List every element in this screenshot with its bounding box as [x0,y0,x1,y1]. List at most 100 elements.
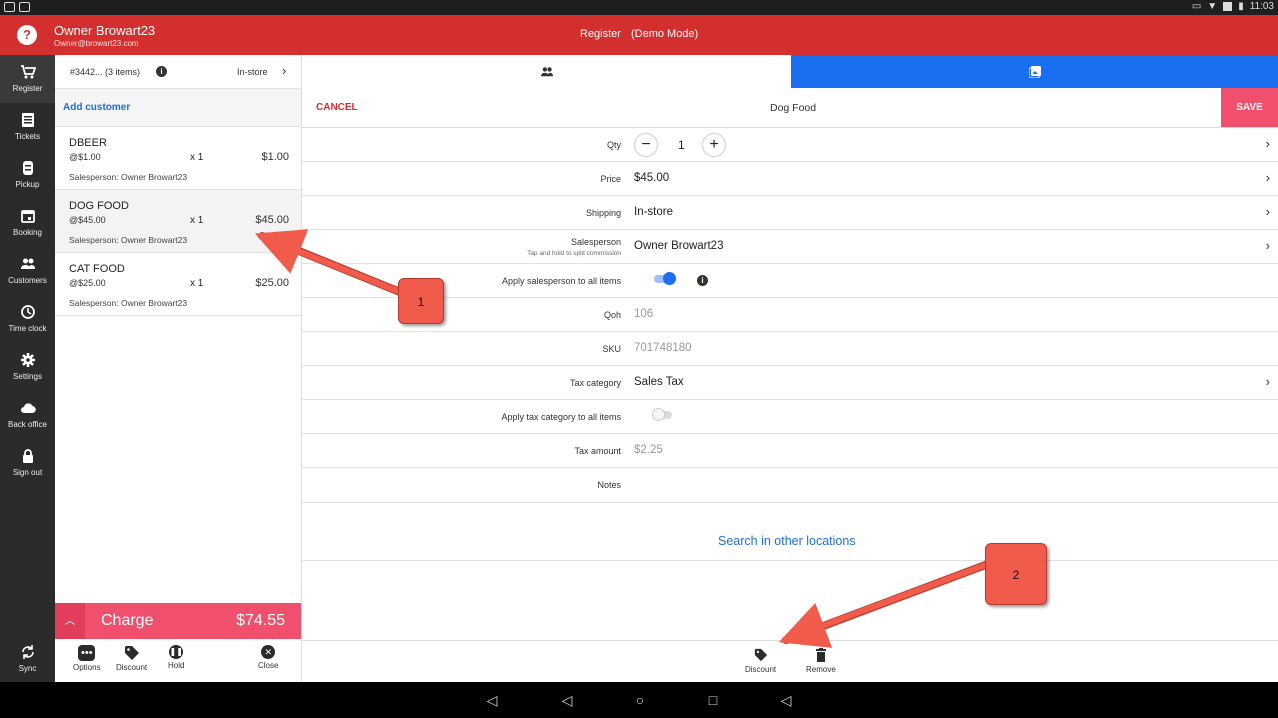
rail-item-sign-out[interactable]: Sign out [0,439,55,487]
tax-amount-row: Tax amount $2.25 [302,434,1278,468]
rail-label: Tickets [14,132,41,141]
order-summary-bar[interactable]: #3442... (3 items) i In-store › [55,55,301,89]
discount-label: Discount [116,663,148,672]
shipping-label: Shipping [585,208,621,218]
price-row[interactable]: Price $45.00 › [302,162,1278,196]
tax-amount-label: Tax amount [574,446,621,456]
options-button[interactable]: ••• Options [73,645,101,672]
charge-button[interactable]: ︿ Charge $74.55 [55,603,301,639]
rail-label: Back office [8,420,47,429]
sku-row: SKU 701748180 [302,332,1278,366]
info-icon[interactable]: i [697,275,708,286]
save-button[interactable]: SAVE [1221,88,1278,127]
editor-tabs [302,55,1278,88]
question-icon[interactable]: ? [17,25,37,45]
rail-item-back-office[interactable]: Back office [0,391,55,439]
chevron-right-icon[interactable]: › [1266,238,1270,253]
chevron-right-icon[interactable]: › [1266,374,1270,389]
rail-item-customers[interactable]: Customers [0,247,55,295]
rail-item-tickets[interactable]: Tickets [0,103,55,151]
tax-category-row[interactable]: Tax category Sales Tax › [302,366,1278,400]
hold-button[interactable]: ❚❚ Hold [168,645,184,670]
demo-mode-label: (Demo Mode) [630,28,699,40]
owner-email: Owner@browart23.com [54,39,139,48]
qty-value[interactable]: 1 [678,138,685,152]
rail-item-booking[interactable]: Booking [0,199,55,247]
list-item[interactable]: DBEER @$1.00 x 1 $1.00 Salesperson: Owne… [55,127,301,190]
chevron-right-icon[interactable]: › [1266,204,1270,219]
page-title-text: Register [580,28,621,40]
item-salesperson: Salesperson: Owner Browart23 [69,235,188,245]
tag-icon [123,645,140,661]
qoh-value: 106 [634,308,654,320]
sku-label: SKU [602,344,621,354]
home-icon[interactable]: ○ [631,691,649,709]
item-qty: x 1 [190,152,204,163]
tax-category-value: Sales Tax [634,376,684,388]
minus-button[interactable]: − [634,133,658,157]
sku-value: 701748180 [634,342,692,354]
rail-item-time-clock[interactable]: Time clock [0,295,55,343]
trash-icon [813,648,829,662]
tag-icon [753,648,769,662]
gear-icon [20,352,36,368]
item-qty: x 1 [190,278,204,289]
shipping-value: In-store [634,206,673,218]
people-icon [20,256,36,272]
item-unit-price: @$1.00 [69,152,101,162]
tab-item-details[interactable] [791,55,1278,88]
volume-up-icon[interactable]: ◁ [777,691,795,709]
close-icon: ✕ [261,645,276,659]
salesperson-value: Owner Browart23 [634,240,724,252]
search-other-locations-link[interactable]: Search in other locations [302,523,1278,561]
close-button[interactable]: ✕ Close [258,645,278,670]
plus-button[interactable]: + [702,133,726,157]
rail-item-register[interactable]: Register [0,55,55,103]
qoh-label: Qoh [603,310,621,320]
volume-down-icon[interactable]: ◁ [483,691,501,709]
rail-item-sync[interactable]: Sync [0,635,55,683]
chevron-right-icon[interactable]: › [1266,170,1270,185]
tab-customer[interactable] [302,55,791,88]
remove-button[interactable]: Remove [806,648,836,674]
item-title: Dog Food [770,102,817,114]
discount-button[interactable]: Discount [116,645,147,672]
apply-salesperson-toggle[interactable] [654,272,676,285]
list-item[interactable]: DOG FOOD @$45.00 x 1 $45.00 Salesperson:… [55,190,301,253]
salesperson-label: Salesperson [570,237,621,247]
pickup-icon [20,160,36,176]
item-name: CAT FOOD [69,263,125,275]
battery-icon: ▮ [1238,1,1244,12]
owner-name[interactable]: Owner Browart23 [54,23,155,38]
charge-label: Charge [101,612,154,629]
item-discount-button[interactable]: Discount [745,648,776,674]
info-icon[interactable]: i [156,66,167,77]
qty-label: Qty [606,140,621,150]
editor-toolbar: CANCEL Dog Food SAVE [302,88,1278,128]
add-customer-button[interactable]: Add customer [55,89,301,127]
options-label: Options [73,663,101,672]
app-header: ? Owner Browart23 Owner@browart23.com Re… [0,15,1278,55]
chevron-right-icon[interactable]: › [1266,136,1270,151]
rail-item-pickup[interactable]: Pickup [0,151,55,199]
item-qty: x 1 [190,215,204,226]
chevron-right-icon[interactable]: › [282,63,286,78]
close-label: Close [258,661,279,670]
item-unit-price: @$25.00 [69,278,106,288]
shipping-row[interactable]: Shipping In-store › [302,196,1278,230]
rail-label: Sign out [12,468,43,477]
recents-icon[interactable]: □ [704,691,722,709]
apply-tax-toggle[interactable] [652,408,672,421]
salesperson-row[interactable]: Salesperson Tap and hold to split commis… [302,230,1278,264]
notes-row[interactable]: Notes [302,468,1278,503]
rail-item-settings[interactable]: Settings [0,343,55,391]
chevron-up-icon[interactable]: ︿ [55,603,85,639]
item-total: $25.00 [255,277,289,289]
notes-label: Notes [597,480,621,490]
android-status-bar: ▭ ▼ ▮ 11:03 [0,0,1278,15]
annotation-callout: 1 [398,278,444,324]
list-item[interactable]: CAT FOOD @$25.00 x 1 $25.00 Salesperson:… [55,253,301,316]
cancel-button[interactable]: CANCEL [316,102,358,113]
back-icon[interactable]: ◁ [558,691,576,709]
